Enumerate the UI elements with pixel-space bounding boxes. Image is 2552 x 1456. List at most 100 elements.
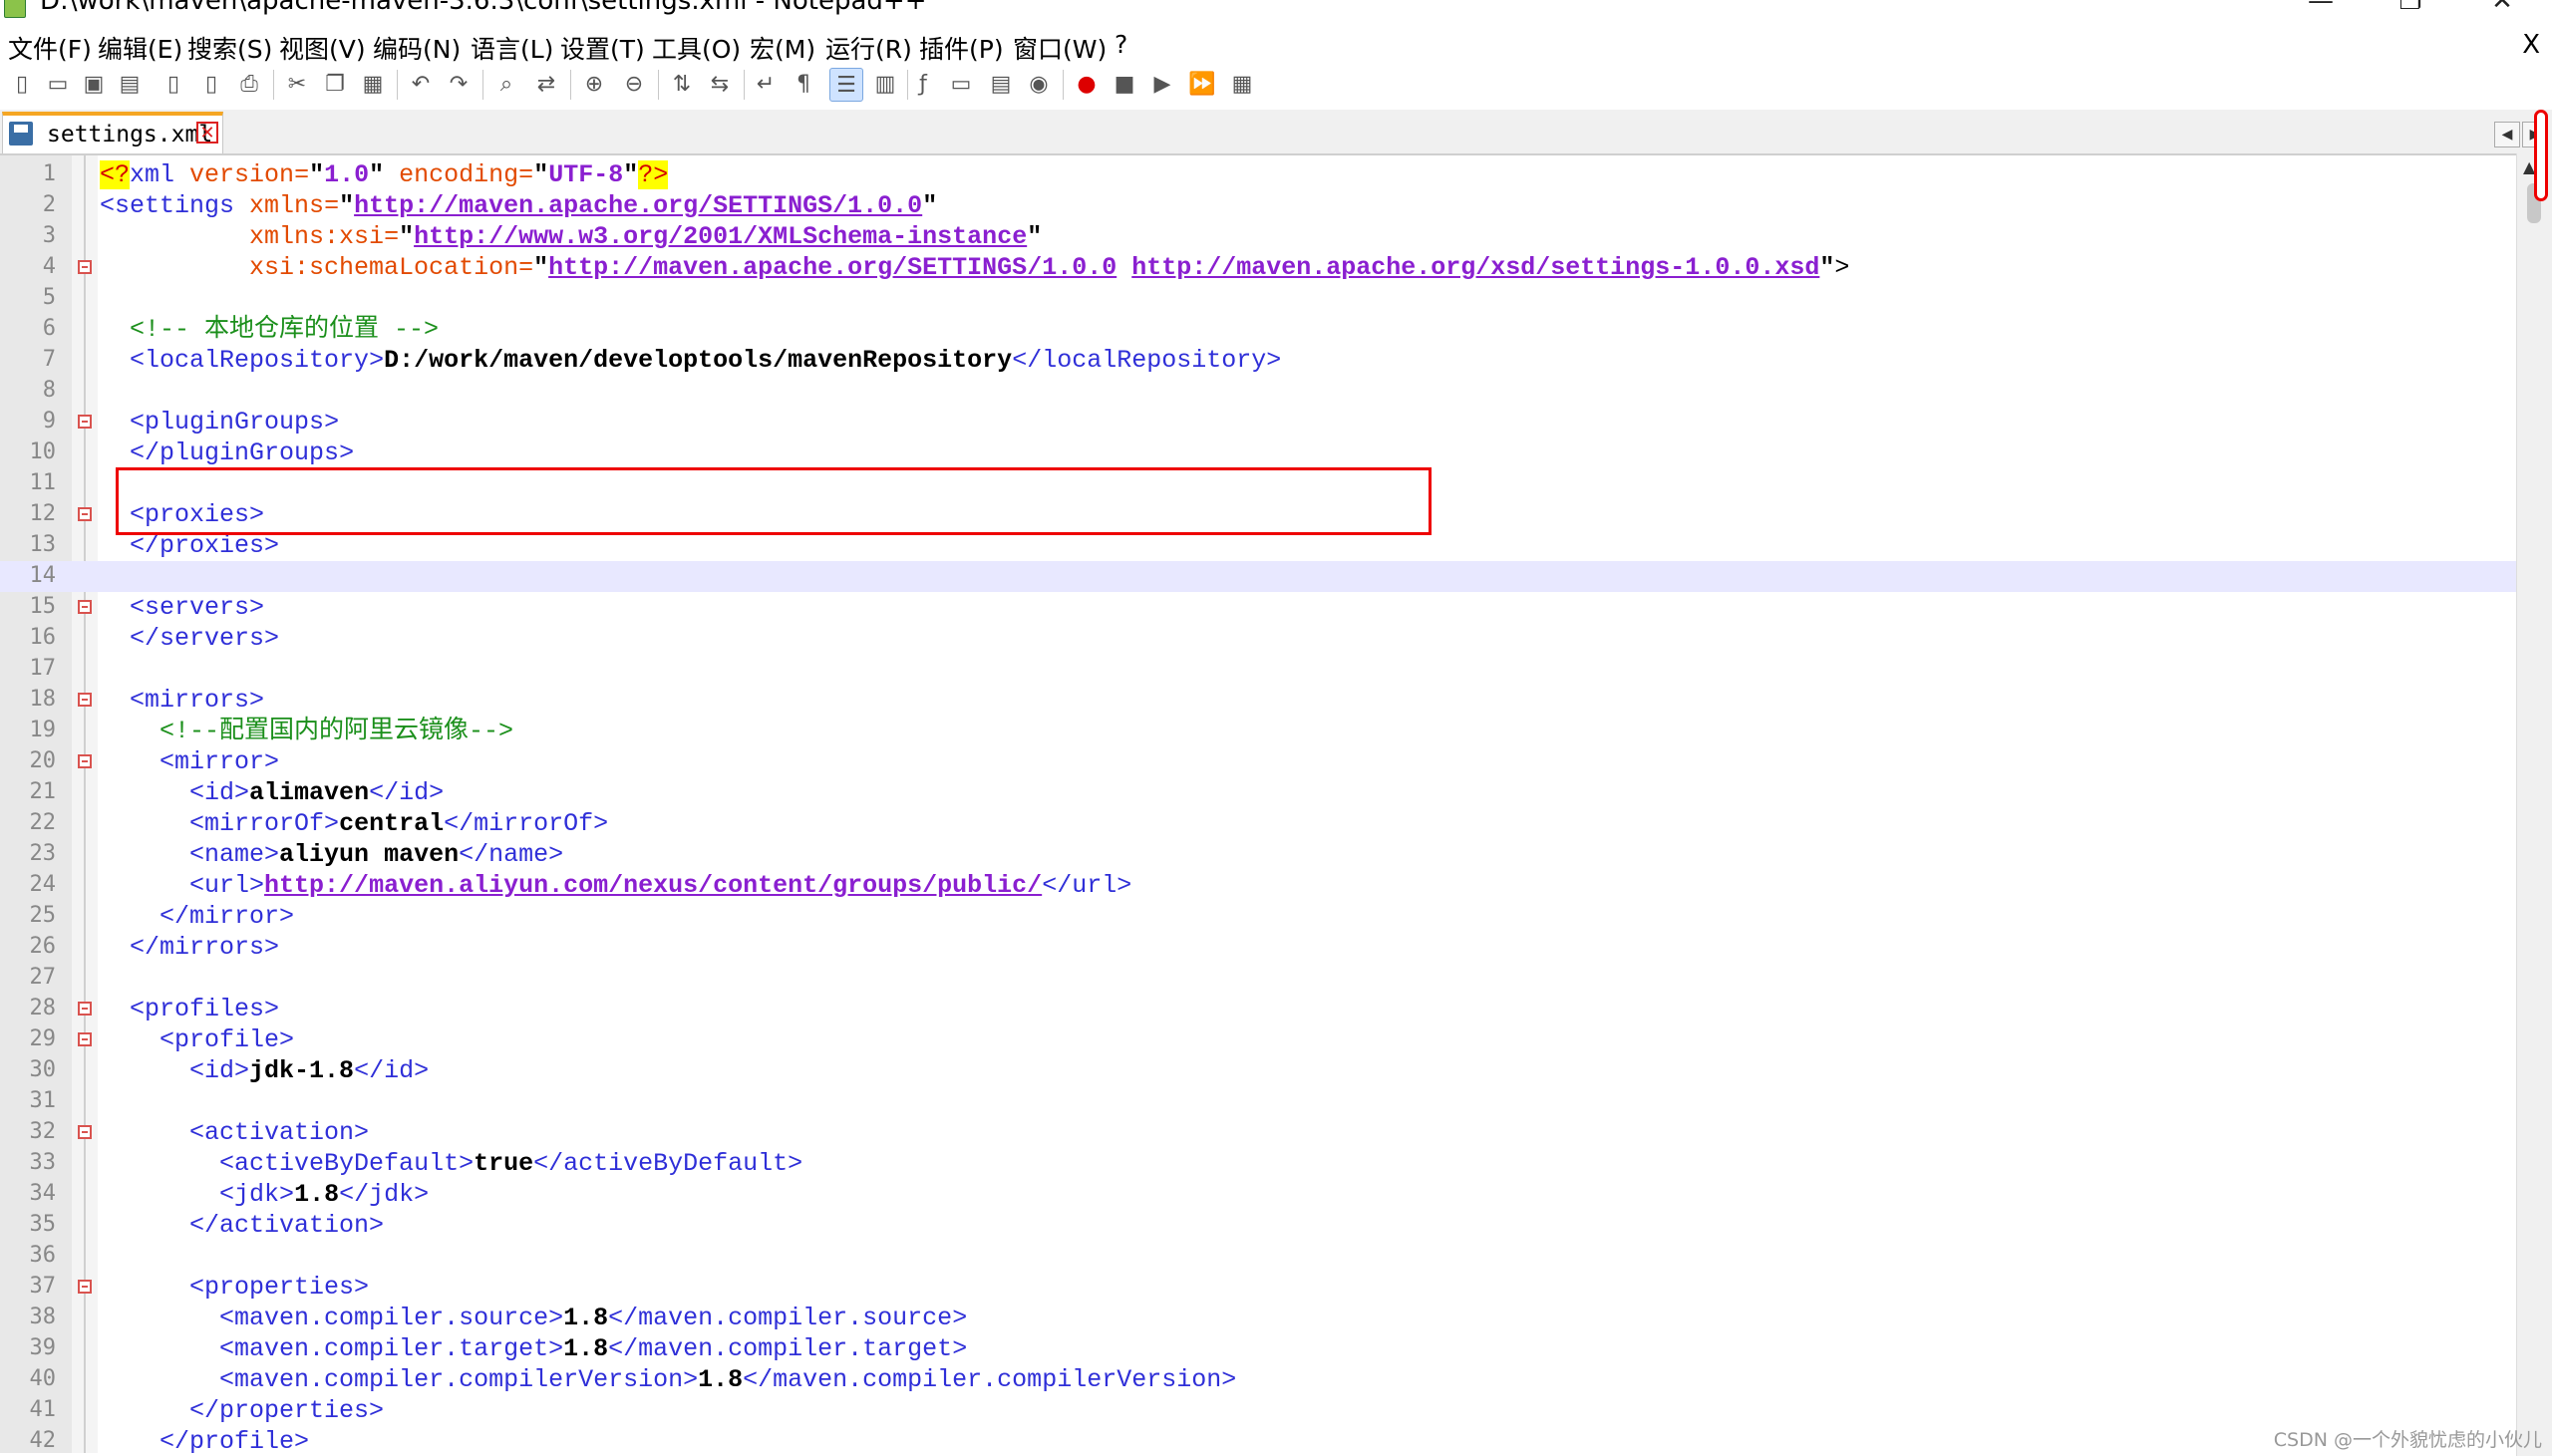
code-line[interactable]: 2 <settings xmlns="http://maven.apache.or… [0, 190, 2516, 221]
code-text[interactable]: </servers> [100, 623, 279, 654]
menu-window[interactable]: 窗口(W) [1013, 30, 1107, 66]
menu-tools[interactable]: 工具(O) [652, 30, 741, 66]
undo-icon[interactable]: ↶ [405, 68, 437, 100]
code-line[interactable]: 9 <pluginGroups> [0, 407, 2516, 437]
close-all-icon[interactable]: ▯ [195, 68, 227, 100]
code-line[interactable]: 36 [0, 1241, 2516, 1272]
record-macro-icon[interactable]: ● [1071, 68, 1103, 100]
doc-map-icon[interactable]: ▥ [869, 68, 901, 100]
code-line[interactable]: 39 <maven.compiler.target>1.8</maven.com… [0, 1333, 2516, 1364]
code-line[interactable]: 7 <localRepository>D:/work/maven/develop… [0, 345, 2516, 376]
print-icon[interactable]: ⎙ [233, 68, 265, 100]
fold-toggle-icon[interactable] [78, 1280, 92, 1294]
menu-view[interactable]: 视图(V) [279, 30, 366, 66]
show-all-chars-icon[interactable]: ¶ [788, 68, 819, 100]
menu-plugins[interactable]: 插件(P) [919, 30, 1004, 66]
fold-toggle-icon[interactable] [78, 1032, 92, 1046]
code-text[interactable]: <activeByDefault>true</activeByDefault> [100, 1148, 802, 1179]
tab-scroll-left-button[interactable]: ◀ [2494, 122, 2520, 147]
code-line[interactable]: 37 <properties> [0, 1272, 2516, 1303]
code-line[interactable]: 18 <mirrors> [0, 685, 2516, 716]
code-text[interactable]: <profile> [100, 1024, 294, 1055]
code-text[interactable]: </profile> [100, 1426, 309, 1453]
code-line[interactable]: 41 </properties> [0, 1395, 2516, 1426]
code-line[interactable]: 14 [0, 561, 2516, 592]
menu-help[interactable]: ? [1115, 30, 1127, 59]
code-text[interactable]: <!-- 本地仓库的位置 --> [100, 314, 439, 345]
code-text[interactable]: <id>jdk-1.8</id> [100, 1055, 429, 1086]
fold-toggle-icon[interactable] [78, 1125, 92, 1139]
menu-search[interactable]: 搜索(S) [187, 30, 272, 66]
code-text[interactable]: <localRepository>D:/work/maven/developto… [100, 345, 1281, 376]
tab-close-icon[interactable]: ✕ [196, 122, 218, 144]
menu-language[interactable]: 语言(L) [471, 30, 553, 66]
code-line[interactable]: 25 </mirror> [0, 901, 2516, 932]
replace-icon[interactable]: ⇄ [530, 68, 562, 100]
code-line[interactable]: 23 <name>aliyun maven</name> [0, 839, 2516, 870]
code-text[interactable]: </pluginGroups> [100, 437, 354, 468]
code-line[interactable]: 28 <profiles> [0, 994, 2516, 1024]
code-line[interactable]: 4 xsi:schemaLocation="http://maven.apach… [0, 252, 2516, 283]
code-text[interactable]: <?xml version="1.0" encoding="UTF-8"?> [100, 159, 669, 190]
code-line[interactable]: 40 <maven.compiler.compilerVersion>1.8</… [0, 1364, 2516, 1395]
code-text[interactable]: xmlns:xsi="http://www.w3.org/2001/XMLSch… [100, 221, 1042, 252]
code-text[interactable]: <maven.compiler.target>1.8</maven.compil… [100, 1333, 967, 1364]
code-text[interactable]: <profiles> [100, 994, 279, 1024]
menu-encoding[interactable]: 编码(N) [373, 30, 461, 66]
code-text[interactable]: <maven.compiler.compilerVersion>1.8</mav… [100, 1364, 1236, 1395]
save-macro-icon[interactable]: ▦ [1226, 68, 1258, 100]
copy-icon[interactable]: ❐ [319, 68, 351, 100]
code-line[interactable]: 42 </profile> [0, 1426, 2516, 1453]
code-line[interactable]: 6 <!-- 本地仓库的位置 --> [0, 314, 2516, 345]
word-wrap-icon[interactable]: ↵ [750, 68, 782, 100]
code-text[interactable]: </properties> [100, 1395, 384, 1426]
new-file-icon[interactable]: ▯ [6, 68, 38, 100]
fold-toggle-icon[interactable] [78, 754, 92, 768]
paste-icon[interactable]: ▦ [357, 68, 389, 100]
code-line[interactable]: 21 <id>alimaven</id> [0, 777, 2516, 808]
fold-toggle-icon[interactable] [78, 693, 92, 707]
folder-workspace-icon[interactable]: ▭ [945, 68, 977, 100]
code-line[interactable]: 33 <activeByDefault>true</activeByDefaul… [0, 1148, 2516, 1179]
restore-button[interactable]: ❐ [2391, 0, 2430, 16]
code-text[interactable]: <name>aliyun maven</name> [100, 839, 563, 870]
menu-settings[interactable]: 设置(T) [560, 30, 645, 66]
zoom-in-icon[interactable]: ⊕ [578, 68, 610, 100]
menu-run[interactable]: 运行(R) [825, 30, 912, 66]
code-text[interactable]: <mirrors> [100, 685, 264, 716]
fold-toggle-icon[interactable] [78, 600, 92, 614]
doc-switcher-icon[interactable]: ▤ [985, 68, 1017, 100]
code-text[interactable]: <jdk>1.8</jdk> [100, 1179, 429, 1210]
stop-record-icon[interactable]: ■ [1109, 68, 1140, 100]
open-file-icon[interactable]: ▭ [42, 68, 74, 100]
monitor-icon[interactable]: ◉ [1023, 68, 1055, 100]
code-text[interactable]: <activation> [100, 1117, 369, 1148]
code-line[interactable]: 31 [0, 1086, 2516, 1117]
menu-edit[interactable]: 编辑(E) [98, 30, 182, 66]
code-line[interactable]: 34 <jdk>1.8</jdk> [0, 1179, 2516, 1210]
code-text[interactable]: </mirror> [100, 901, 294, 932]
code-line[interactable]: 17 [0, 654, 2516, 685]
sync-horizontal-icon[interactable]: ⇆ [704, 68, 736, 100]
code-text[interactable]: <servers> [100, 592, 264, 623]
find-icon[interactable]: ⌕ [490, 68, 522, 100]
indent-guide-icon[interactable]: ☰ [829, 68, 863, 102]
code-line[interactable]: 19 <!--配置国内的阿里云镜像--> [0, 716, 2516, 746]
redo-icon[interactable]: ↷ [443, 68, 475, 100]
fold-toggle-icon[interactable] [78, 1002, 92, 1016]
code-line[interactable]: 35 </activation> [0, 1210, 2516, 1241]
code-text[interactable]: <url>http://maven.aliyun.com/nexus/conte… [100, 870, 1131, 901]
close-window-button[interactable]: ✕ [2482, 0, 2522, 16]
save-icon[interactable]: ▣ [78, 68, 110, 100]
code-text[interactable]: </activation> [100, 1210, 384, 1241]
code-line[interactable]: 8 [0, 376, 2516, 407]
close-document-button[interactable]: X [2522, 30, 2540, 60]
code-line[interactable]: 15 <servers> [0, 592, 2516, 623]
tab-settings-xml[interactable]: settings.xml ✕ [2, 112, 223, 153]
code-line[interactable]: 26 </mirrors> [0, 932, 2516, 963]
code-text[interactable]: <maven.compiler.source>1.8</maven.compil… [100, 1303, 967, 1333]
code-line[interactable]: 38 <maven.compiler.source>1.8</maven.com… [0, 1303, 2516, 1333]
close-icon[interactable]: ▯ [158, 68, 189, 100]
code-line[interactable]: 5 [0, 283, 2516, 314]
zoom-out-icon[interactable]: ⊖ [618, 68, 650, 100]
